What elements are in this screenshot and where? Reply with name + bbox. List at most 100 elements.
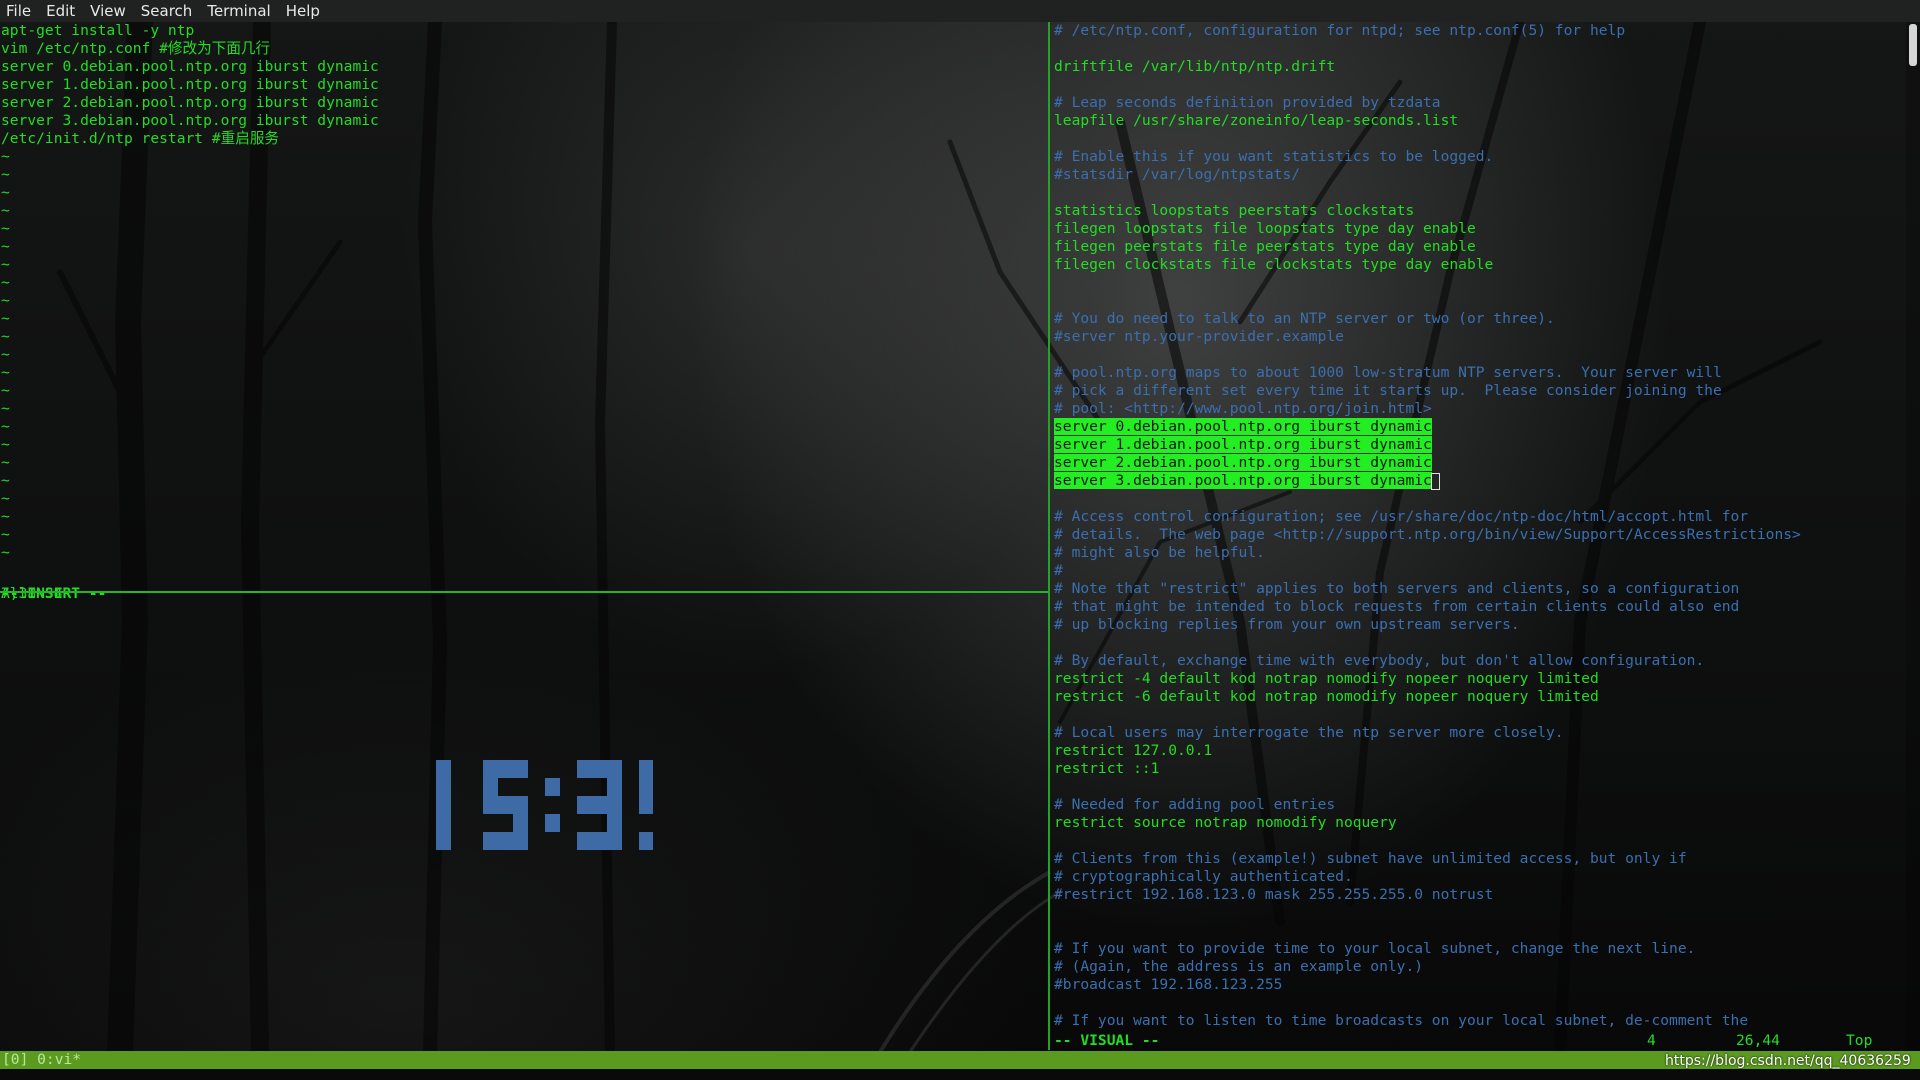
config-line[interactable]: # that might be intended to block reques…: [1054, 598, 1739, 616]
config-line[interactable]: driftfile /var/lib/ntp/ntp.drift: [1054, 58, 1335, 76]
config-line[interactable]: restrict -4 default kod notrap nomodify …: [1054, 670, 1599, 688]
clock-pixel: [639, 832, 653, 850]
config-line[interactable]: # pick a different set every time it sta…: [1054, 382, 1722, 400]
tilde-marker: ~: [1, 184, 10, 201]
config-line[interactable]: restrict -6 default kod notrap nomodify …: [1054, 688, 1599, 706]
config-line-text: # If you want to provide time to your lo…: [1054, 940, 1696, 957]
config-line[interactable]: # /etc/ntp.conf, configuration for ntpd;…: [1054, 22, 1625, 40]
config-line-text: leapfile /usr/share/zoneinfo/leap-second…: [1054, 112, 1459, 129]
config-line[interactable]: filegen clockstats file clockstats type …: [1054, 256, 1493, 274]
clock-pixel: [483, 778, 498, 796]
config-line[interactable]: server 3.debian.pool.ntp.org iburst dyna…: [1054, 472, 1440, 490]
config-line[interactable]: filegen peerstats file peerstats type da…: [1054, 238, 1476, 256]
scroll-indicator: Top: [1846, 1032, 1873, 1049]
config-line[interactable]: #restrict 192.168.123.0 mask 255.255.255…: [1054, 886, 1493, 904]
config-line[interactable]: # If you want to listen to time broadcas…: [1054, 1012, 1748, 1030]
config-line[interactable]: #: [1054, 562, 1063, 580]
tilde-marker: ~: [1, 202, 10, 219]
scrollbar-thumb[interactable]: [1909, 24, 1917, 66]
menu-view[interactable]: View: [90, 2, 126, 20]
config-line[interactable]: # pool.ntp.org maps to about 1000 low-st…: [1054, 364, 1722, 382]
text-cursor: [1430, 472, 1440, 490]
clock-pixel: [577, 832, 592, 850]
config-line-text: server 3.debian.pool.ntp.org iburst dyna…: [1054, 472, 1432, 489]
config-line[interactable]: server 0.debian.pool.ntp.org iburst dyna…: [1054, 418, 1432, 436]
config-line[interactable]: # Note that "restrict" applies to both s…: [1054, 580, 1739, 598]
left-line[interactable]: server 0.debian.pool.ntp.org iburst dyna…: [1, 58, 379, 76]
config-line[interactable]: # (Again, the address is an example only…: [1054, 958, 1423, 976]
left-line[interactable]: apt-get install -y ntp: [1, 22, 194, 40]
config-line-text: # details. The web page <http://support.…: [1054, 526, 1801, 543]
config-line[interactable]: # up blocking replies from your own upst…: [1054, 616, 1520, 634]
tmux-window-label[interactable]: [0] 0:vi*: [2, 1051, 81, 1069]
config-line-text: # Enable this if you want statistics to …: [1054, 148, 1494, 165]
tilde-marker: ~: [1, 166, 10, 183]
config-line-text: # cryptographically authenticated.: [1054, 868, 1353, 885]
config-line[interactable]: # Clients from this (example!) subnet ha…: [1054, 850, 1687, 868]
config-line-text: server 0.debian.pool.ntp.org iburst dyna…: [1054, 418, 1432, 435]
config-line-text: # Leap seconds definition provided by tz…: [1054, 94, 1441, 111]
tilde-marker: ~: [1, 292, 10, 309]
config-line[interactable]: leapfile /usr/share/zoneinfo/leap-second…: [1054, 112, 1458, 130]
left-line[interactable]: server 3.debian.pool.ntp.org iburst dyna…: [1, 112, 379, 130]
tilde-marker: ~: [1, 382, 10, 399]
config-line[interactable]: # pool: <http://www.pool.ntp.org/join.ht…: [1054, 400, 1432, 418]
tilde-marker: ~: [1, 472, 10, 489]
scrollbar[interactable]: [1906, 22, 1920, 1052]
config-line-text: # By default, exchange time with everybo…: [1054, 652, 1705, 669]
clock-pixel: [513, 832, 528, 850]
left-line[interactable]: server 1.debian.pool.ntp.org iburst dyna…: [1, 76, 379, 94]
menu-file[interactable]: File: [6, 2, 31, 20]
config-line[interactable]: server 2.debian.pool.ntp.org iburst dyna…: [1054, 454, 1432, 472]
vertical-pane-divider[interactable]: [1048, 22, 1050, 1050]
config-line-text: # pool: <http://www.pool.ntp.org/join.ht…: [1054, 400, 1432, 417]
menu-help[interactable]: Help: [286, 2, 320, 20]
config-line[interactable]: restrict source notrap nomodify noquery: [1054, 814, 1397, 832]
config-line-text: #server ntp.your-provider.example: [1054, 328, 1344, 345]
config-line-text: restrict -4 default kod notrap nomodify …: [1054, 670, 1599, 687]
config-line[interactable]: # Access control configuration; see /usr…: [1054, 508, 1748, 526]
tilde-marker: ~: [1, 364, 10, 381]
config-line[interactable]: #server ntp.your-provider.example: [1054, 328, 1344, 346]
config-line[interactable]: statistics loopstats peerstats clockstat…: [1054, 202, 1414, 220]
config-line[interactable]: filegen loopstats file loopstats type da…: [1054, 220, 1476, 238]
config-line[interactable]: # If you want to provide time to your lo…: [1054, 940, 1695, 958]
config-line[interactable]: # Local users may interrogate the ntp se…: [1054, 724, 1564, 742]
config-line[interactable]: restrict ::1: [1054, 760, 1159, 778]
clock-pixel: [639, 796, 653, 814]
config-line[interactable]: # cryptographically authenticated.: [1054, 868, 1353, 886]
config-line[interactable]: #statsdir /var/log/ntpstats/: [1054, 166, 1300, 184]
left-line[interactable]: /etc/init.d/ntp restart #重启服务: [1, 130, 279, 148]
config-line-text: # You do need to talk to an NTP server o…: [1054, 310, 1555, 327]
tilde-marker: ~: [1, 346, 10, 363]
left-line[interactable]: server 2.debian.pool.ntp.org iburst dyna…: [1, 94, 379, 112]
config-line[interactable]: # Needed for adding pool entries: [1054, 796, 1335, 814]
config-line[interactable]: server 1.debian.pool.ntp.org iburst dyna…: [1054, 436, 1432, 454]
config-line[interactable]: # Leap seconds definition provided by tz…: [1054, 94, 1441, 112]
config-line-text: #statsdir /var/log/ntpstats/: [1054, 166, 1301, 183]
menu-search[interactable]: Search: [141, 2, 193, 20]
config-line-text: driftfile /var/lib/ntp/ntp.drift: [1054, 58, 1336, 75]
config-line[interactable]: # might also be helpful.: [1054, 544, 1265, 562]
menu-edit[interactable]: Edit: [46, 2, 75, 20]
config-line-text: # Local users may interrogate the ntp se…: [1054, 724, 1564, 741]
scroll-indicator: All: [1, 585, 28, 602]
config-line[interactable]: # details. The web page <http://support.…: [1054, 526, 1801, 544]
vim-right-pane[interactable]: # /etc/ntp.conf, configuration for ntpd;…: [1050, 22, 1898, 1052]
clock-pixel: [607, 814, 622, 832]
clock-pixel: [639, 760, 653, 778]
config-line[interactable]: restrict 127.0.0.1: [1054, 742, 1212, 760]
left-line[interactable]: vim /etc/ntp.conf #修改为下面几行: [1, 40, 270, 58]
vim-left-pane[interactable]: apt-get install -y ntp vim /etc/ntp.conf…: [0, 22, 1048, 602]
config-line[interactable]: #broadcast 192.168.123.255: [1054, 976, 1282, 994]
menu-terminal[interactable]: Terminal: [207, 2, 270, 20]
clock-pixel: [513, 760, 528, 778]
config-line[interactable]: # By default, exchange time with everybo…: [1054, 652, 1704, 670]
config-line[interactable]: # You do need to talk to an NTP server o…: [1054, 310, 1555, 328]
config-line-text: #: [1054, 562, 1063, 579]
config-line[interactable]: # Enable this if you want statistics to …: [1054, 148, 1493, 166]
clock-pixel: [592, 760, 607, 778]
tilde-marker: ~: [1, 418, 10, 435]
config-line-text: statistics loopstats peerstats clockstat…: [1054, 202, 1415, 219]
horizontal-pane-divider[interactable]: [0, 591, 1048, 593]
